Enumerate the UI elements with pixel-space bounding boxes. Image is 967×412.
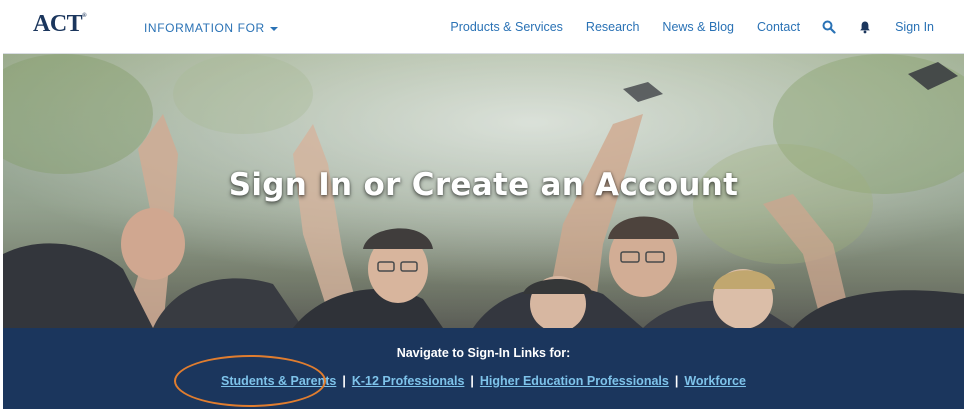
- primary-nav: Products & Services Research News & Blog…: [427, 20, 934, 34]
- nav-research[interactable]: Research: [586, 20, 640, 34]
- hero-banner: Sign In or Create an Account: [3, 54, 964, 328]
- page-title: Sign In or Create an Account: [228, 167, 739, 203]
- bell-icon[interactable]: [858, 20, 872, 34]
- link-workforce[interactable]: Workforce: [684, 374, 746, 388]
- signin-links-heading: Navigate to Sign-In Links for:: [396, 346, 571, 360]
- act-logo[interactable]: ACT®: [33, 11, 87, 38]
- link-higher-education-professionals[interactable]: Higher Education Professionals: [480, 374, 669, 388]
- signin-links-band: Navigate to Sign-In Links for: Students …: [3, 328, 964, 409]
- signin-links-list: Students & Parents | K-12 Professionals | Hi…: [3, 374, 964, 388]
- sign-in-link[interactable]: Sign In: [895, 20, 934, 34]
- nav-news-blog[interactable]: News & Blog: [662, 20, 734, 34]
- information-for-label: INFORMATION FOR: [144, 21, 265, 35]
- link-separator: |: [470, 374, 474, 388]
- search-icon[interactable]: [822, 20, 836, 34]
- page-frame: ACT® INFORMATION FOR Products & Services…: [3, 3, 964, 409]
- link-k12-professionals[interactable]: K-12 Professionals: [352, 374, 465, 388]
- nav-contact[interactable]: Contact: [757, 20, 800, 34]
- logo-registered-mark: ®: [82, 13, 87, 19]
- link-separator: |: [342, 374, 346, 388]
- top-navigation: ACT® INFORMATION FOR Products & Services…: [3, 3, 964, 54]
- link-separator: |: [674, 374, 679, 388]
- caret-down-icon: [269, 26, 278, 31]
- nav-products-services[interactable]: Products & Services: [450, 20, 563, 34]
- logo-text: ACT: [33, 11, 83, 37]
- information-for-dropdown[interactable]: INFORMATION FOR: [144, 21, 278, 35]
- link-students-parents[interactable]: Students & Parents: [221, 374, 336, 388]
